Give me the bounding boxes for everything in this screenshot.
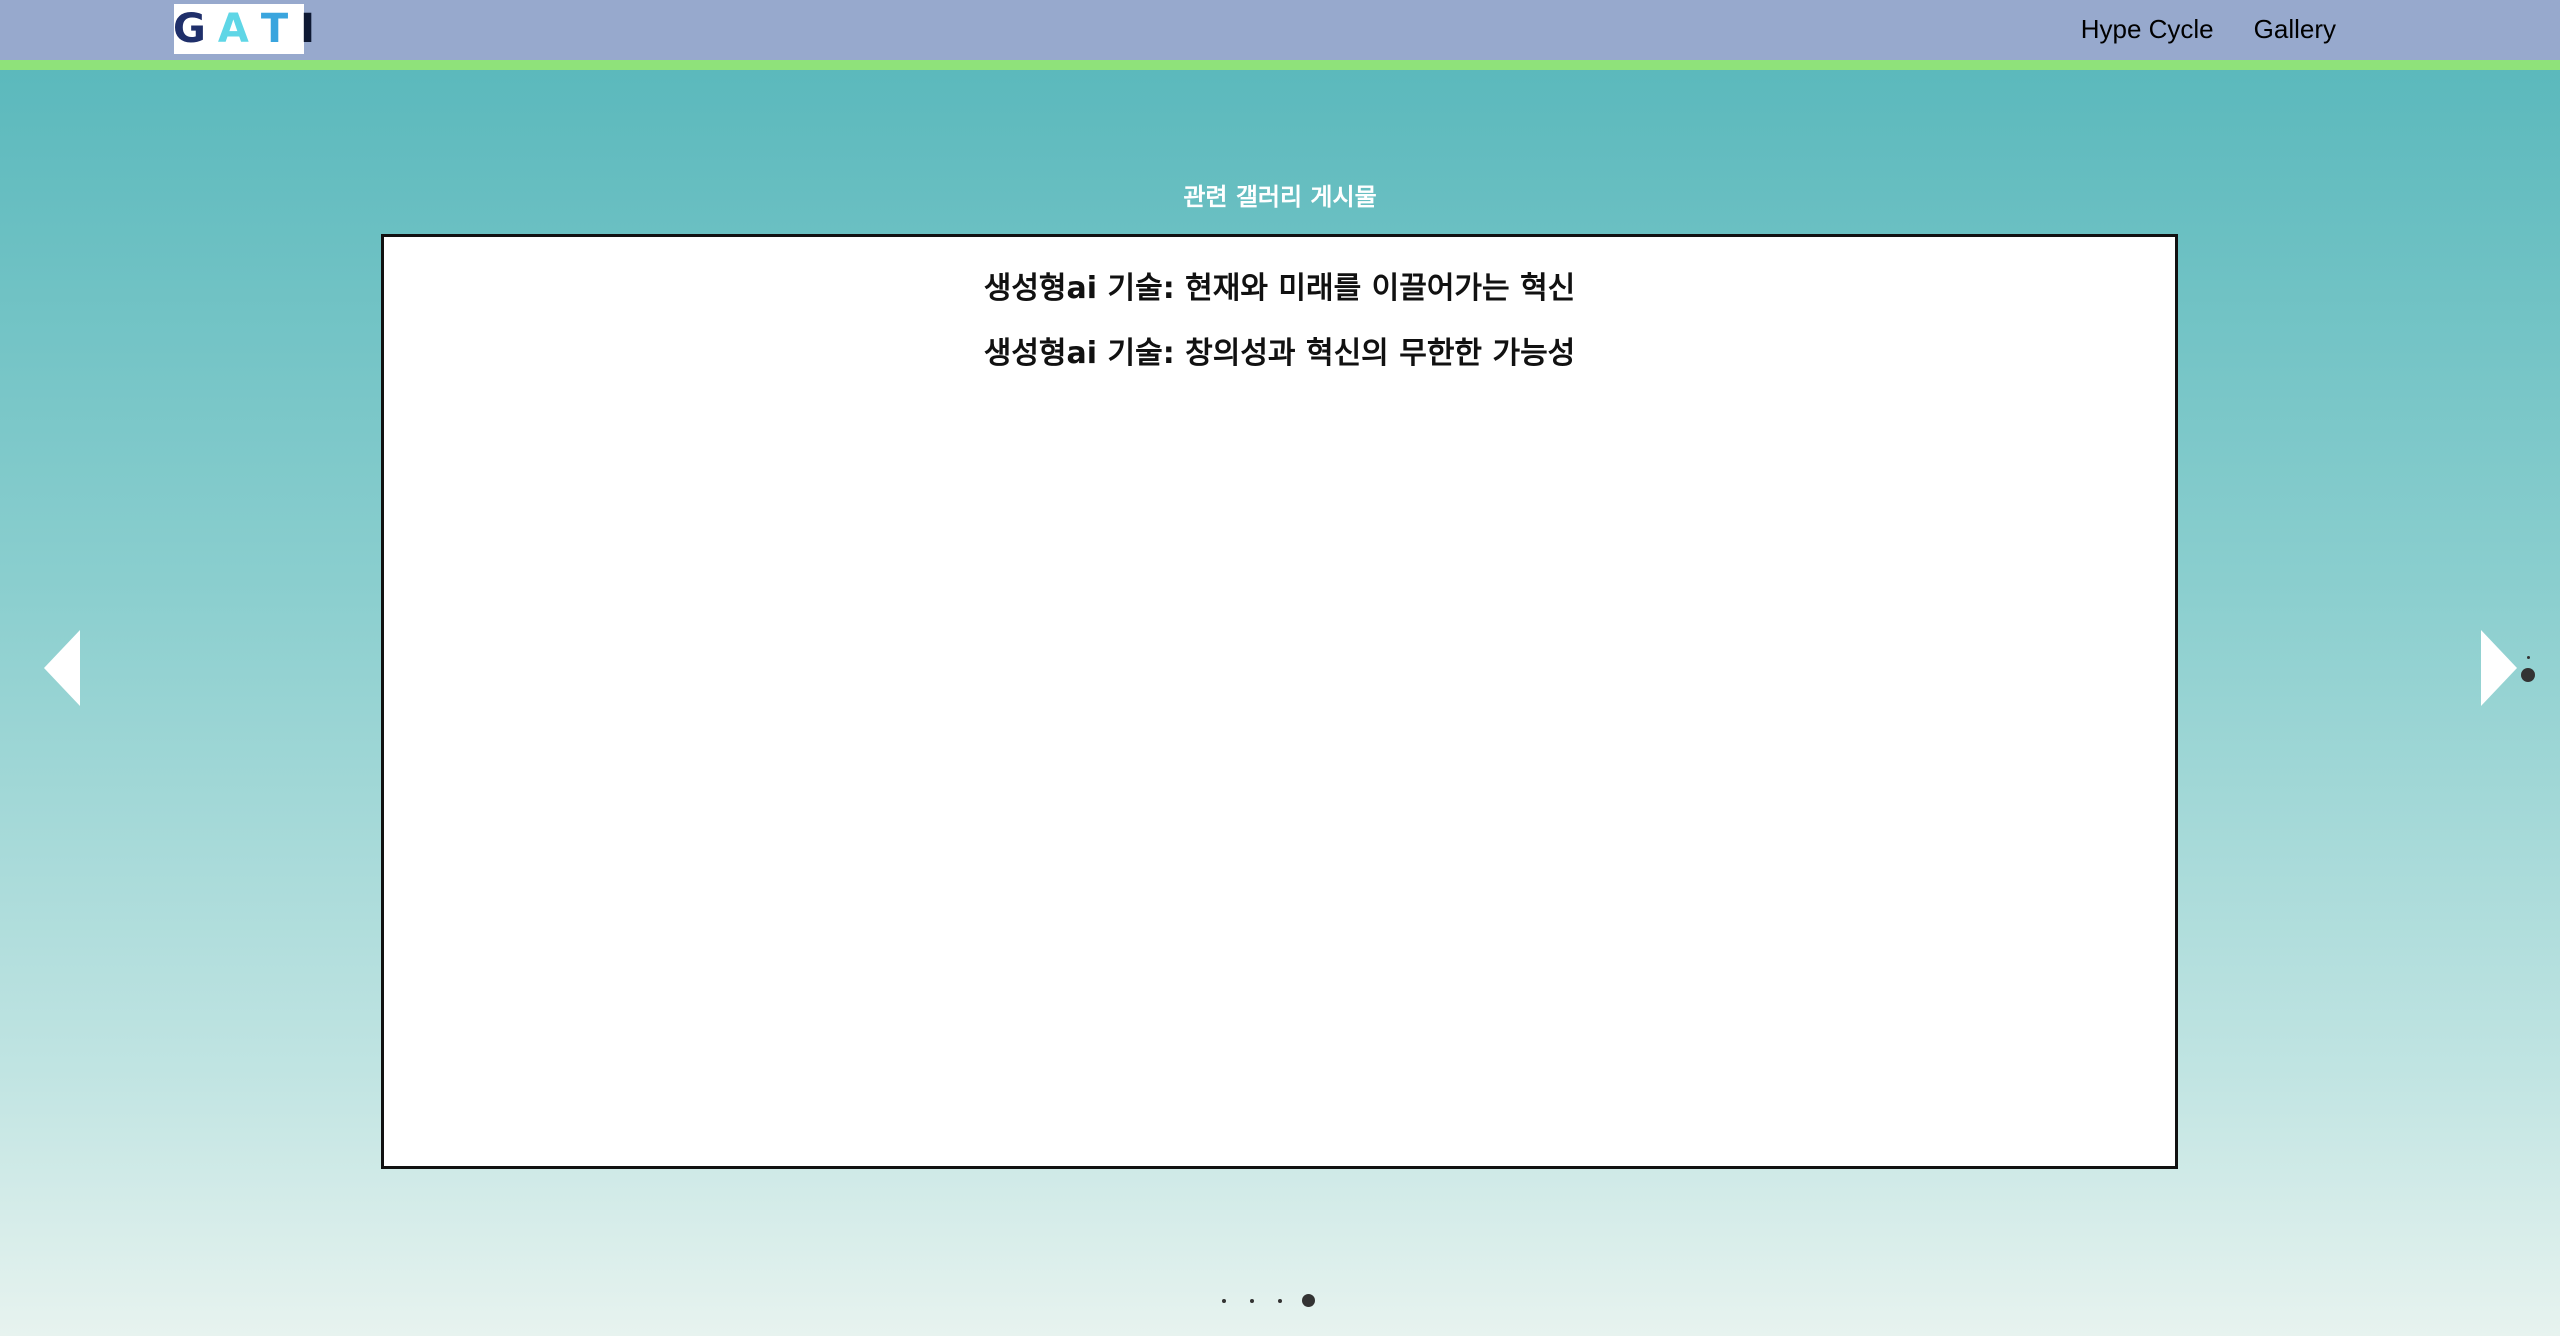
carousel-dot-active[interactable] [1302,1294,1315,1307]
side-indicator [2519,650,2539,690]
nav-hype-cycle[interactable]: Hype Cycle [2081,14,2214,45]
gallery-post-panel: 생성형ai 기술: 현재와 미래를 이끌어가는 혁신 생성형ai 기술: 창의성… [381,234,2178,1169]
nav-gallery[interactable]: Gallery [2254,14,2336,45]
carousel-dot[interactable] [1222,1299,1226,1303]
logo-letter-t: T [260,6,301,52]
logo-letter-g: G [173,6,218,52]
header-accent-line [0,60,2560,70]
carousel-dot[interactable] [1278,1299,1282,1303]
gati-logo[interactable]: G A T I [173,4,315,54]
next-slide-arrow-icon[interactable] [2481,630,2517,706]
gallery-post-link[interactable]: 생성형ai 기술: 창의성과 혁신의 무한한 가능성 [384,328,2175,372]
side-indicator-dot-active[interactable] [2521,668,2535,682]
carousel-dots [1220,1290,1340,1310]
related-gallery-title: 관련 갤러리 게시물 [1183,183,1377,211]
gallery-post-link[interactable]: 생성형ai 기술: 현재와 미래를 이끌어가는 혁신 [384,263,2175,307]
main-nav: Hype Cycle Gallery [2081,0,2336,58]
logo-letter-a: A [217,6,261,52]
prev-slide-arrow-icon[interactable] [44,630,80,706]
carousel-dot[interactable] [1250,1299,1254,1303]
side-indicator-dot[interactable] [2527,656,2530,659]
logo-letter-i: I [300,6,315,52]
